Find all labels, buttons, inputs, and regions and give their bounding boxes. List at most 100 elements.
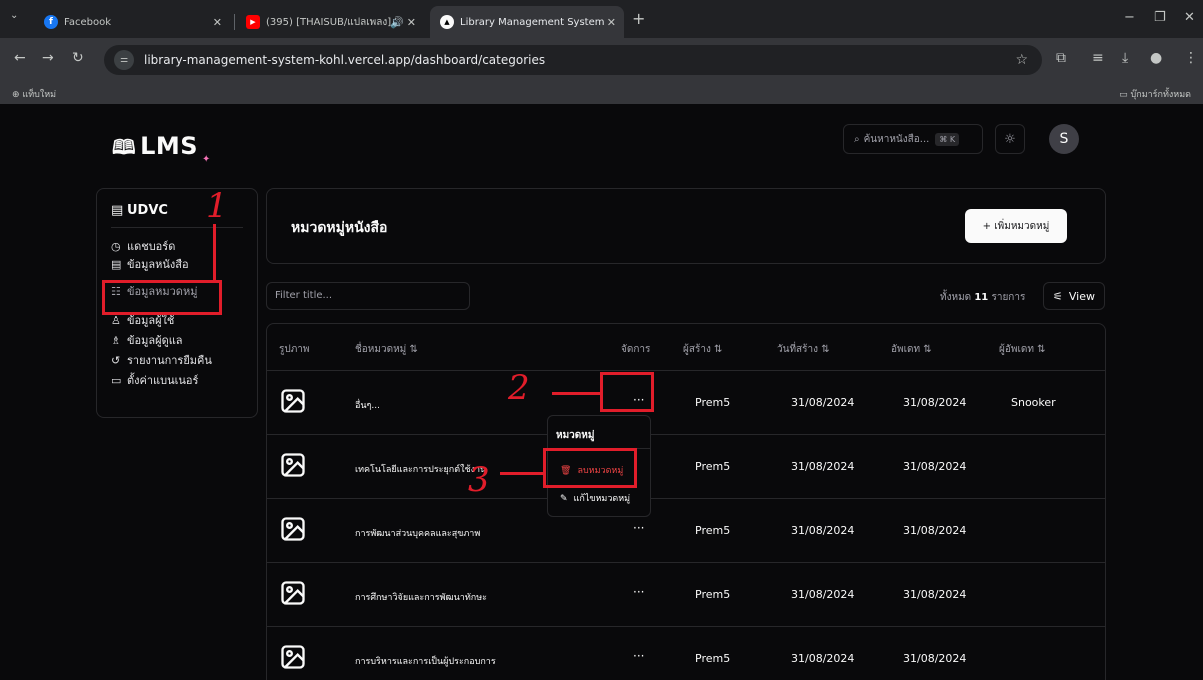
annotation-line: [500, 472, 543, 475]
updated-date: 31/08/2024: [903, 460, 967, 473]
address-bar[interactable]: ⚌ library-management-system-kohl.vercel.…: [104, 45, 1042, 75]
sidebar-item-borrow-report[interactable]: ↺ รายงานการยืมคืน: [111, 351, 212, 369]
tab-library[interactable]: ▲ Library Management System ✕: [430, 6, 624, 38]
window-close-icon[interactable]: ✕: [1184, 10, 1195, 25]
category-name: การศึกษาวิจัยและการพัฒนาทักษะ: [355, 593, 487, 603]
created-date: 31/08/2024: [791, 460, 855, 473]
column-header-name[interactable]: ชื่อหมวดหมู่ ⇅: [355, 342, 418, 357]
reload-icon[interactable]: ↻: [72, 50, 84, 66]
bookmark-new-tab[interactable]: ⊕ แท็บใหม่: [12, 87, 56, 101]
row-actions-button[interactable]: ···: [633, 521, 644, 535]
user-icon: ♙: [111, 314, 121, 327]
categories-table: รูปภาพ ชื่อหมวดหมู่ ⇅ จัดการ ผู้สร้าง ⇅ …: [266, 323, 1106, 680]
table-row[interactable]: การบริหารและการเป็นผู้ประกอบการ ··· Prem…: [267, 626, 1105, 680]
new-tab-icon[interactable]: +: [632, 9, 645, 28]
column-header-created[interactable]: วันที่สร้าง ⇅: [777, 342, 830, 357]
table-row[interactable]: การศึกษาวิจัยและการพัฒนาทักษะ ··· Prem5 …: [267, 562, 1105, 626]
restore-icon[interactable]: ❐: [1154, 10, 1166, 25]
creator: Prem5: [695, 460, 731, 473]
app-logo[interactable]: 🕮 LMS ✦: [112, 132, 210, 167]
profile-icon[interactable]: ●: [1150, 50, 1162, 66]
close-icon[interactable]: ✕: [607, 16, 616, 29]
sidebar-item-label: ข้อมูลหนังสือ: [127, 258, 189, 271]
clock-icon: ◷: [111, 240, 121, 253]
category-name: อื่นๆ...: [355, 401, 380, 411]
bookmark-all[interactable]: ▭ บุ๊กมาร์กทั้งหมด: [1119, 87, 1191, 101]
search-input[interactable]: ⌕ ค้นหาหนังสือ... ⌘ K: [843, 124, 983, 154]
extensions-icon[interactable]: ⧉: [1056, 50, 1066, 66]
add-category-button[interactable]: + เพิ่มหมวดหมู่: [965, 209, 1067, 243]
sliders-icon: ⚟: [1053, 289, 1063, 303]
sidebar-item-label: ข้อมูลผู้ดูแล: [127, 334, 183, 347]
bookmark-star-icon[interactable]: ☆: [1015, 52, 1028, 68]
sidebar-item-dashboard[interactable]: ◷ แดชบอร์ด: [111, 237, 175, 255]
tab-youtube[interactable]: ▶ (395) [THAISUB/แปลเพลง] Ench 🔊 ✕: [238, 6, 424, 38]
tab-title: Library Management System: [460, 16, 605, 28]
column-header-updater[interactable]: ผู้อัพเดท ⇅: [999, 342, 1046, 357]
site-info-icon[interactable]: ⚌: [114, 50, 134, 70]
close-icon[interactable]: ✕: [213, 16, 222, 29]
created-date: 31/08/2024: [791, 652, 855, 665]
tab-search-icon[interactable]: ⌄: [10, 10, 18, 21]
menu-item-label: แก้ไขหมวดหมู่: [573, 494, 631, 504]
total-prefix: ทั้งหมด: [940, 292, 972, 303]
history-icon: ↺: [111, 354, 121, 367]
theme-toggle-button[interactable]: ☼: [995, 124, 1025, 154]
close-icon[interactable]: ✕: [407, 16, 416, 29]
minimize-icon[interactable]: −: [1124, 10, 1135, 25]
created-date: 31/08/2024: [791, 396, 855, 409]
screen: ⌄ f Facebook ✕ ▶ (395) [THAISUB/แปลเพลง]…: [0, 0, 1203, 680]
shortcut-badge: ⌘ K: [935, 132, 960, 146]
updated-date: 31/08/2024: [903, 652, 967, 665]
column-header-updated[interactable]: อัพเดท ⇅: [891, 342, 932, 357]
annotation-number-2: 2: [508, 368, 530, 408]
creator: Prem5: [695, 524, 731, 537]
view-options-button[interactable]: ⚟ View: [1043, 282, 1105, 310]
book-open-icon: 🕮: [112, 135, 137, 159]
avatar[interactable]: S: [1049, 124, 1079, 154]
category-name: การพัฒนาส่วนบุคคลและสุขภาพ: [355, 529, 481, 539]
speaker-icon[interactable]: 🔊: [390, 16, 404, 29]
created-date: 31/08/2024: [791, 588, 855, 601]
updated-date: 31/08/2024: [903, 396, 967, 409]
table-row[interactable]: การพัฒนาส่วนบุคคลและสุขภาพ ··· Prem5 31/…: [267, 498, 1105, 562]
updated-date: 31/08/2024: [903, 524, 967, 537]
creator: Prem5: [695, 652, 731, 665]
forward-icon[interactable]: →: [42, 50, 54, 66]
row-actions-button[interactable]: ···: [633, 649, 644, 663]
menu-kebab-icon[interactable]: ⋮: [1184, 50, 1198, 66]
menu-label: หมวดหมู่: [556, 430, 595, 441]
filter-title-input[interactable]: Filter title...: [266, 282, 470, 310]
url-text: library-management-system-kohl.vercel.ap…: [144, 53, 546, 67]
table-row[interactable]: เทคโนโลยีและการประยุกต์ใช้งาน Prem5 31/0…: [267, 434, 1105, 498]
column-header-creator[interactable]: ผู้สร้าง ⇅: [683, 342, 722, 357]
sparkle-icon: ✦: [202, 154, 211, 165]
book-icon: ▤: [111, 258, 122, 271]
annotation-line: [552, 392, 600, 395]
logo-text: LMS: [140, 132, 199, 160]
bookmarks-bar: ⊕ แท็บใหม่ ▭ บุ๊กมาร์กทั้งหมด: [0, 82, 1203, 104]
reading-list-icon[interactable]: ≡: [1092, 50, 1104, 66]
tab-facebook[interactable]: f Facebook ✕: [36, 6, 230, 38]
bookmark-label: บุ๊กมาร์กทั้งหมด: [1130, 90, 1191, 100]
browser-toolbar: ← → ↻ ⚌ library-management-system-kohl.v…: [0, 38, 1203, 82]
download-icon[interactable]: ⤓: [1122, 50, 1128, 66]
edit-category-menu-item[interactable]: ✎ แก้ไขหมวดหมู่: [560, 491, 630, 505]
updater: Snooker: [1011, 396, 1056, 409]
sidebar-item-banner-settings[interactable]: ▭ ตั้งค่าแบนเนอร์: [111, 371, 198, 389]
total-count: ทั้งหมด 11 รายการ: [940, 290, 1025, 305]
search-icon: ⌕: [854, 133, 860, 145]
updated-date: 31/08/2024: [903, 588, 967, 601]
view-label: View: [1068, 289, 1095, 303]
table-row[interactable]: อื่นๆ... ··· Prem5 31/08/2024 31/08/2024…: [267, 370, 1105, 434]
annotation-box-actions: [600, 372, 654, 412]
sidebar-item-admins[interactable]: ♗ ข้อมูลผู้ดูแล: [111, 331, 183, 349]
column-header-actions: จัดการ: [621, 344, 651, 355]
browser-tab-bar: ⌄ f Facebook ✕ ▶ (395) [THAISUB/แปลเพลง]…: [0, 0, 1203, 38]
back-icon[interactable]: ←: [14, 50, 26, 66]
image-icon: [281, 453, 305, 477]
sidebar-item-books[interactable]: ▤ ข้อมูลหนังสือ: [111, 255, 189, 273]
column-header-image: รูปภาพ: [279, 344, 310, 355]
category-name: การบริหารและการเป็นผู้ประกอบการ: [355, 657, 496, 667]
row-actions-button[interactable]: ···: [633, 585, 644, 599]
